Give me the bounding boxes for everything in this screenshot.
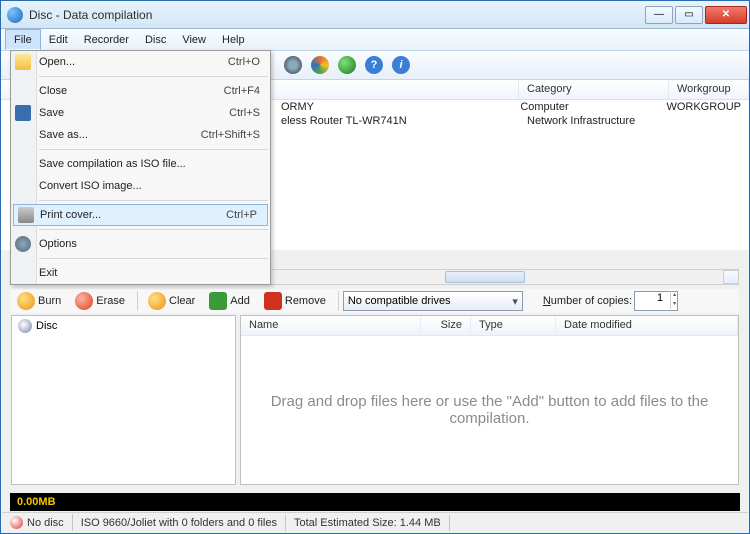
toolbar-globe[interactable] [335, 53, 359, 77]
maximize-button[interactable]: ▭ [675, 6, 703, 24]
file-list-header: Name Size Type Date modified [241, 316, 738, 336]
clear-icon [148, 292, 166, 310]
gear-icon [15, 236, 31, 252]
menu-file[interactable]: File [5, 29, 41, 50]
erase-button[interactable]: Erase [69, 290, 131, 312]
burn-icon [17, 292, 35, 310]
menu-save[interactable]: SaveCtrl+S [11, 102, 270, 124]
burn-button[interactable]: Burn [11, 290, 67, 312]
status-disc: No disc [2, 514, 73, 531]
col-name[interactable]: Name [241, 316, 421, 335]
menu-save-iso[interactable]: Save compilation as ISO file... [11, 153, 270, 175]
menu-exit[interactable]: Exit [11, 262, 270, 284]
close-button[interactable]: ✕ [705, 6, 747, 24]
disc-icon [18, 319, 32, 333]
remove-icon [264, 292, 282, 310]
disc-root[interactable]: Disc [12, 316, 235, 336]
titlebar: Disc - Data compilation — ▭ ✕ [1, 1, 749, 29]
window-title: Disc - Data compilation [29, 8, 152, 22]
menu-close[interactable]: CloseCtrl+F4 [11, 80, 270, 102]
plus-icon [209, 292, 227, 310]
toolbar-gear[interactable] [281, 53, 305, 77]
drop-hint[interactable]: Drag and drop files here or use the "Add… [241, 336, 738, 484]
copies-label: Number of copies: [543, 295, 632, 307]
col-type[interactable]: Type [471, 316, 556, 335]
app-icon [7, 7, 23, 23]
disc-tree-pane[interactable]: Disc [11, 315, 236, 485]
toolbar-help[interactable]: ? [362, 53, 386, 77]
col-workgroup[interactable]: Workgroup [669, 80, 749, 99]
remove-button[interactable]: Remove [258, 290, 332, 312]
toolbar-info[interactable]: i [389, 53, 413, 77]
menu-help[interactable]: Help [214, 29, 253, 50]
col-size[interactable]: Size [421, 316, 471, 335]
size-bar: 0.00MB [10, 493, 740, 511]
status-estimate: Total Estimated Size: 1.44 MB [286, 515, 450, 531]
list-item[interactable]: ORMY Computer WORKGROUP [273, 100, 749, 114]
menu-save-as[interactable]: Save as...Ctrl+Shift+S [11, 124, 270, 146]
menu-convert-iso[interactable]: Convert ISO image... [11, 175, 270, 197]
clear-button[interactable]: Clear [142, 290, 201, 312]
scroll-right-arrow[interactable] [723, 270, 739, 284]
menu-disc[interactable]: Disc [137, 29, 174, 50]
col-blank[interactable] [273, 80, 519, 99]
toolbar-refresh[interactable] [308, 53, 332, 77]
scroll-thumb[interactable] [445, 271, 525, 283]
drive-select[interactable]: No compatible drives [343, 291, 523, 311]
menu-open[interactable]: Open...Ctrl+O [11, 51, 270, 73]
status-iso: ISO 9660/Joliet with 0 folders and 0 fil… [73, 515, 286, 531]
minimize-button[interactable]: — [645, 6, 673, 24]
menu-options[interactable]: Options [11, 233, 270, 255]
menubar: File Edit Recorder Disc View Help [1, 29, 749, 51]
add-button[interactable]: Add [203, 290, 256, 312]
col-category[interactable]: Category [519, 80, 669, 99]
no-disc-icon [10, 516, 23, 529]
open-icon [15, 54, 31, 70]
copies-input[interactable]: 1 [634, 291, 678, 311]
erase-icon [75, 292, 93, 310]
action-bar: Burn Erase Clear Add Remove No compatibl… [11, 289, 739, 313]
menu-print-cover[interactable]: Print cover...Ctrl+P [13, 204, 268, 226]
save-icon [15, 105, 31, 121]
col-date[interactable]: Date modified [556, 316, 738, 335]
status-bar: No disc ISO 9660/Joliet with 0 folders a… [2, 512, 748, 532]
menu-view[interactable]: View [174, 29, 214, 50]
compilation-file-list: Name Size Type Date modified Drag and dr… [240, 315, 739, 485]
list-item[interactable]: eless Router TL-WR741N Network Infrastru… [273, 114, 749, 128]
print-icon [18, 207, 34, 223]
list-hscrollbar[interactable] [249, 269, 739, 285]
menu-edit[interactable]: Edit [41, 29, 76, 50]
file-menu-dropdown: Open...Ctrl+O CloseCtrl+F4 SaveCtrl+S Sa… [10, 50, 271, 285]
menu-recorder[interactable]: Recorder [76, 29, 137, 50]
